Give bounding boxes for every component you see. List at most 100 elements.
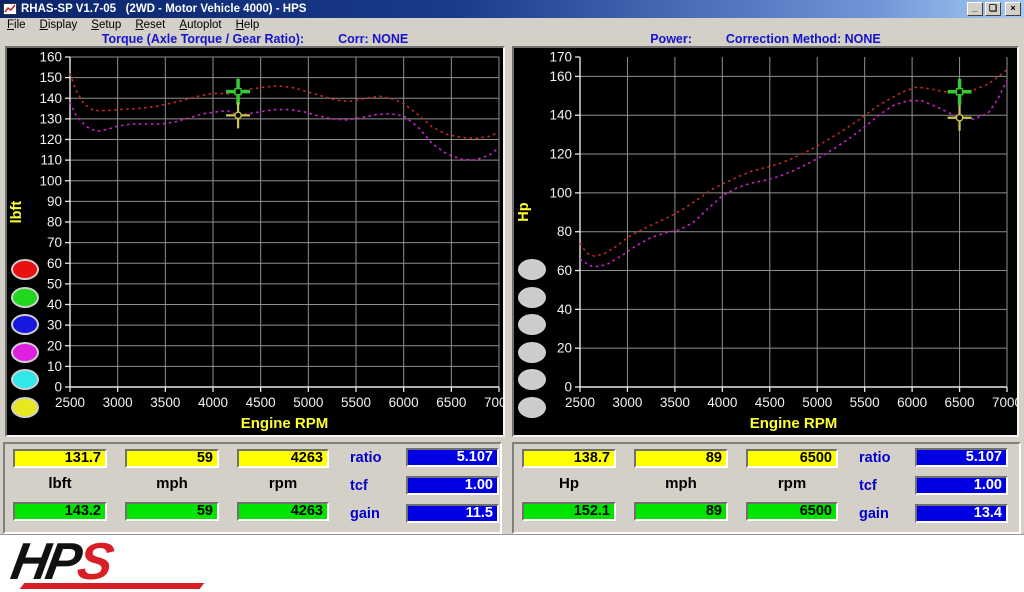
ratio-label: ratio: [350, 450, 381, 466]
x-axis-label: Engine RPM: [750, 415, 838, 432]
channel-button-ch2[interactable]: [518, 287, 546, 308]
y-tick-label: 0: [54, 380, 62, 395]
y-tick-label: 120: [549, 147, 572, 162]
green-cursor-marker[interactable]: [948, 79, 972, 105]
speed-unit-label: mph: [125, 475, 219, 492]
y-tick-label: 140: [549, 108, 572, 123]
menu-display[interactable]: Display: [33, 19, 85, 31]
channel-button-ch3[interactable]: [518, 314, 546, 335]
menu-setup[interactable]: Setup: [84, 19, 128, 31]
channel-button-cyan[interactable]: [11, 369, 39, 390]
ratio-value: 5.107: [915, 448, 1008, 467]
y-tick-label: 80: [557, 224, 572, 239]
menu-file[interactable]: File: [0, 19, 33, 31]
y-tick-label: 160: [549, 69, 572, 84]
x-tick-label: 2500: [55, 395, 85, 410]
x-tick-label: 4000: [707, 395, 737, 410]
y-tick-label: 100: [39, 173, 62, 188]
speed-cursor-value: 89: [634, 449, 728, 468]
y-tick-label: 110: [40, 153, 62, 168]
hps-logo-hp: HP: [7, 533, 83, 591]
hps-logo: HPS: [12, 537, 110, 591]
x-tick-label: 3000: [612, 395, 642, 410]
rpm-cursor-value: 4263: [237, 449, 329, 468]
y-tick-label: 40: [47, 297, 62, 312]
channel-button-ch5[interactable]: [518, 369, 546, 390]
y-tick-label: 40: [557, 302, 572, 317]
red-run-curve: [70, 74, 499, 139]
gain-value: 13.4: [915, 504, 1008, 523]
close-button[interactable]: ×: [1005, 2, 1021, 16]
x-tick-label: 5000: [802, 395, 832, 410]
menu-help[interactable]: Help: [229, 19, 267, 31]
torque-unit-label: lbft: [13, 475, 107, 492]
tcf-label: tcf: [350, 478, 368, 494]
window-title: RHAS-SP V1.7-05 (2WD - Motor Vehicle 400…: [21, 3, 965, 15]
x-tick-label: 4500: [246, 395, 276, 410]
title-bar[interactable]: RHAS-SP V1.7-05 (2WD - Motor Vehicle 400…: [0, 0, 1024, 18]
torque-correction-text: Corr: NONE: [338, 32, 408, 46]
y-tick-label: 150: [39, 70, 62, 85]
y-axis-unit-label: lbft: [9, 201, 25, 224]
rpm-peak-value: 4263: [237, 502, 329, 521]
speed-unit-label: mph: [634, 475, 728, 492]
y-tick-label: 60: [47, 256, 62, 271]
app-icon: [3, 3, 17, 15]
y-tick-label: 50: [47, 276, 62, 291]
rpm-peak-value: 6500: [746, 502, 838, 521]
logo-strip: HPS PERFORMANCE PRODUCTS Dynapack CHASSI…: [0, 534, 1024, 592]
x-tick-label: 6000: [389, 395, 419, 410]
x-tick-label: 3500: [150, 395, 180, 410]
channel-button-yellow[interactable]: [11, 397, 39, 418]
minimize-button[interactable]: _: [967, 2, 983, 16]
x-tick-label: 7000: [484, 395, 503, 410]
y-tick-label: 0: [564, 380, 572, 395]
torque-readout-panel: 131.7 59 4263 lbft mph rpm 143.2 59 4263…: [3, 442, 502, 534]
y-tick-label: 140: [39, 91, 62, 106]
x-tick-label: 5000: [293, 395, 323, 410]
y-tick-label: 170: [549, 50, 572, 65]
y-tick-label: 20: [47, 338, 62, 353]
gain-value: 11.5: [406, 504, 499, 523]
green-cursor-marker[interactable]: [226, 79, 250, 105]
magenta-run-curve: [580, 80, 1007, 266]
channel-button-ch6[interactable]: [518, 397, 546, 418]
torque-chart-panel[interactable]: 0102030405060708090100110120130140150160…: [5, 46, 505, 437]
rpm-unit-label: rpm: [746, 475, 838, 492]
power-chart-panel[interactable]: 0204060801001201401601702500300035004000…: [512, 46, 1019, 437]
channel-button-magenta[interactable]: [11, 342, 39, 363]
channel-button-ch1[interactable]: [518, 259, 546, 280]
channel-button-green[interactable]: [11, 287, 39, 308]
x-tick-label: 6000: [897, 395, 927, 410]
speed-peak-value: 59: [125, 502, 219, 521]
y-tick-label: 70: [47, 235, 62, 250]
y-tick-label: 100: [549, 185, 572, 200]
y-tick-label: 90: [47, 194, 62, 209]
channel-button-ch4[interactable]: [518, 342, 546, 363]
ratio-label: ratio: [859, 450, 890, 466]
y-tick-label: 10: [47, 359, 62, 374]
app-window: RHAS-SP V1.7-05 (2WD - Motor Vehicle 400…: [0, 0, 1024, 592]
x-tick-label: 3500: [660, 395, 690, 410]
speed-peak-value: 89: [634, 502, 728, 521]
rpm-unit-label: rpm: [237, 475, 329, 492]
x-tick-label: 5500: [341, 395, 371, 410]
x-tick-label: 3000: [103, 395, 133, 410]
torque-title-text: Torque (Axle Torque / Gear Ratio):: [102, 32, 304, 46]
menu-autoplot[interactable]: Autoplot: [172, 19, 228, 31]
power-cursor-value: 138.7: [522, 449, 616, 468]
channel-button-blue[interactable]: [11, 314, 39, 335]
torque-cursor-value: 131.7: [13, 449, 107, 468]
power-title-text: Power:: [650, 32, 692, 46]
speed-cursor-value: 59: [125, 449, 219, 468]
yellow-cursor-marker[interactable]: [948, 105, 972, 131]
restore-button[interactable]: ❏: [985, 2, 1001, 16]
channel-button-red[interactable]: [11, 259, 39, 280]
yellow-cursor-marker[interactable]: [226, 102, 250, 128]
y-tick-label: 120: [39, 132, 62, 147]
power-chart-canvas: 0204060801001201401601702500300035004000…: [514, 48, 1017, 435]
x-tick-label: 7000: [992, 395, 1017, 410]
x-tick-label: 4500: [755, 395, 785, 410]
red-run-curve: [580, 70, 1007, 256]
menu-reset[interactable]: Reset: [128, 19, 172, 31]
